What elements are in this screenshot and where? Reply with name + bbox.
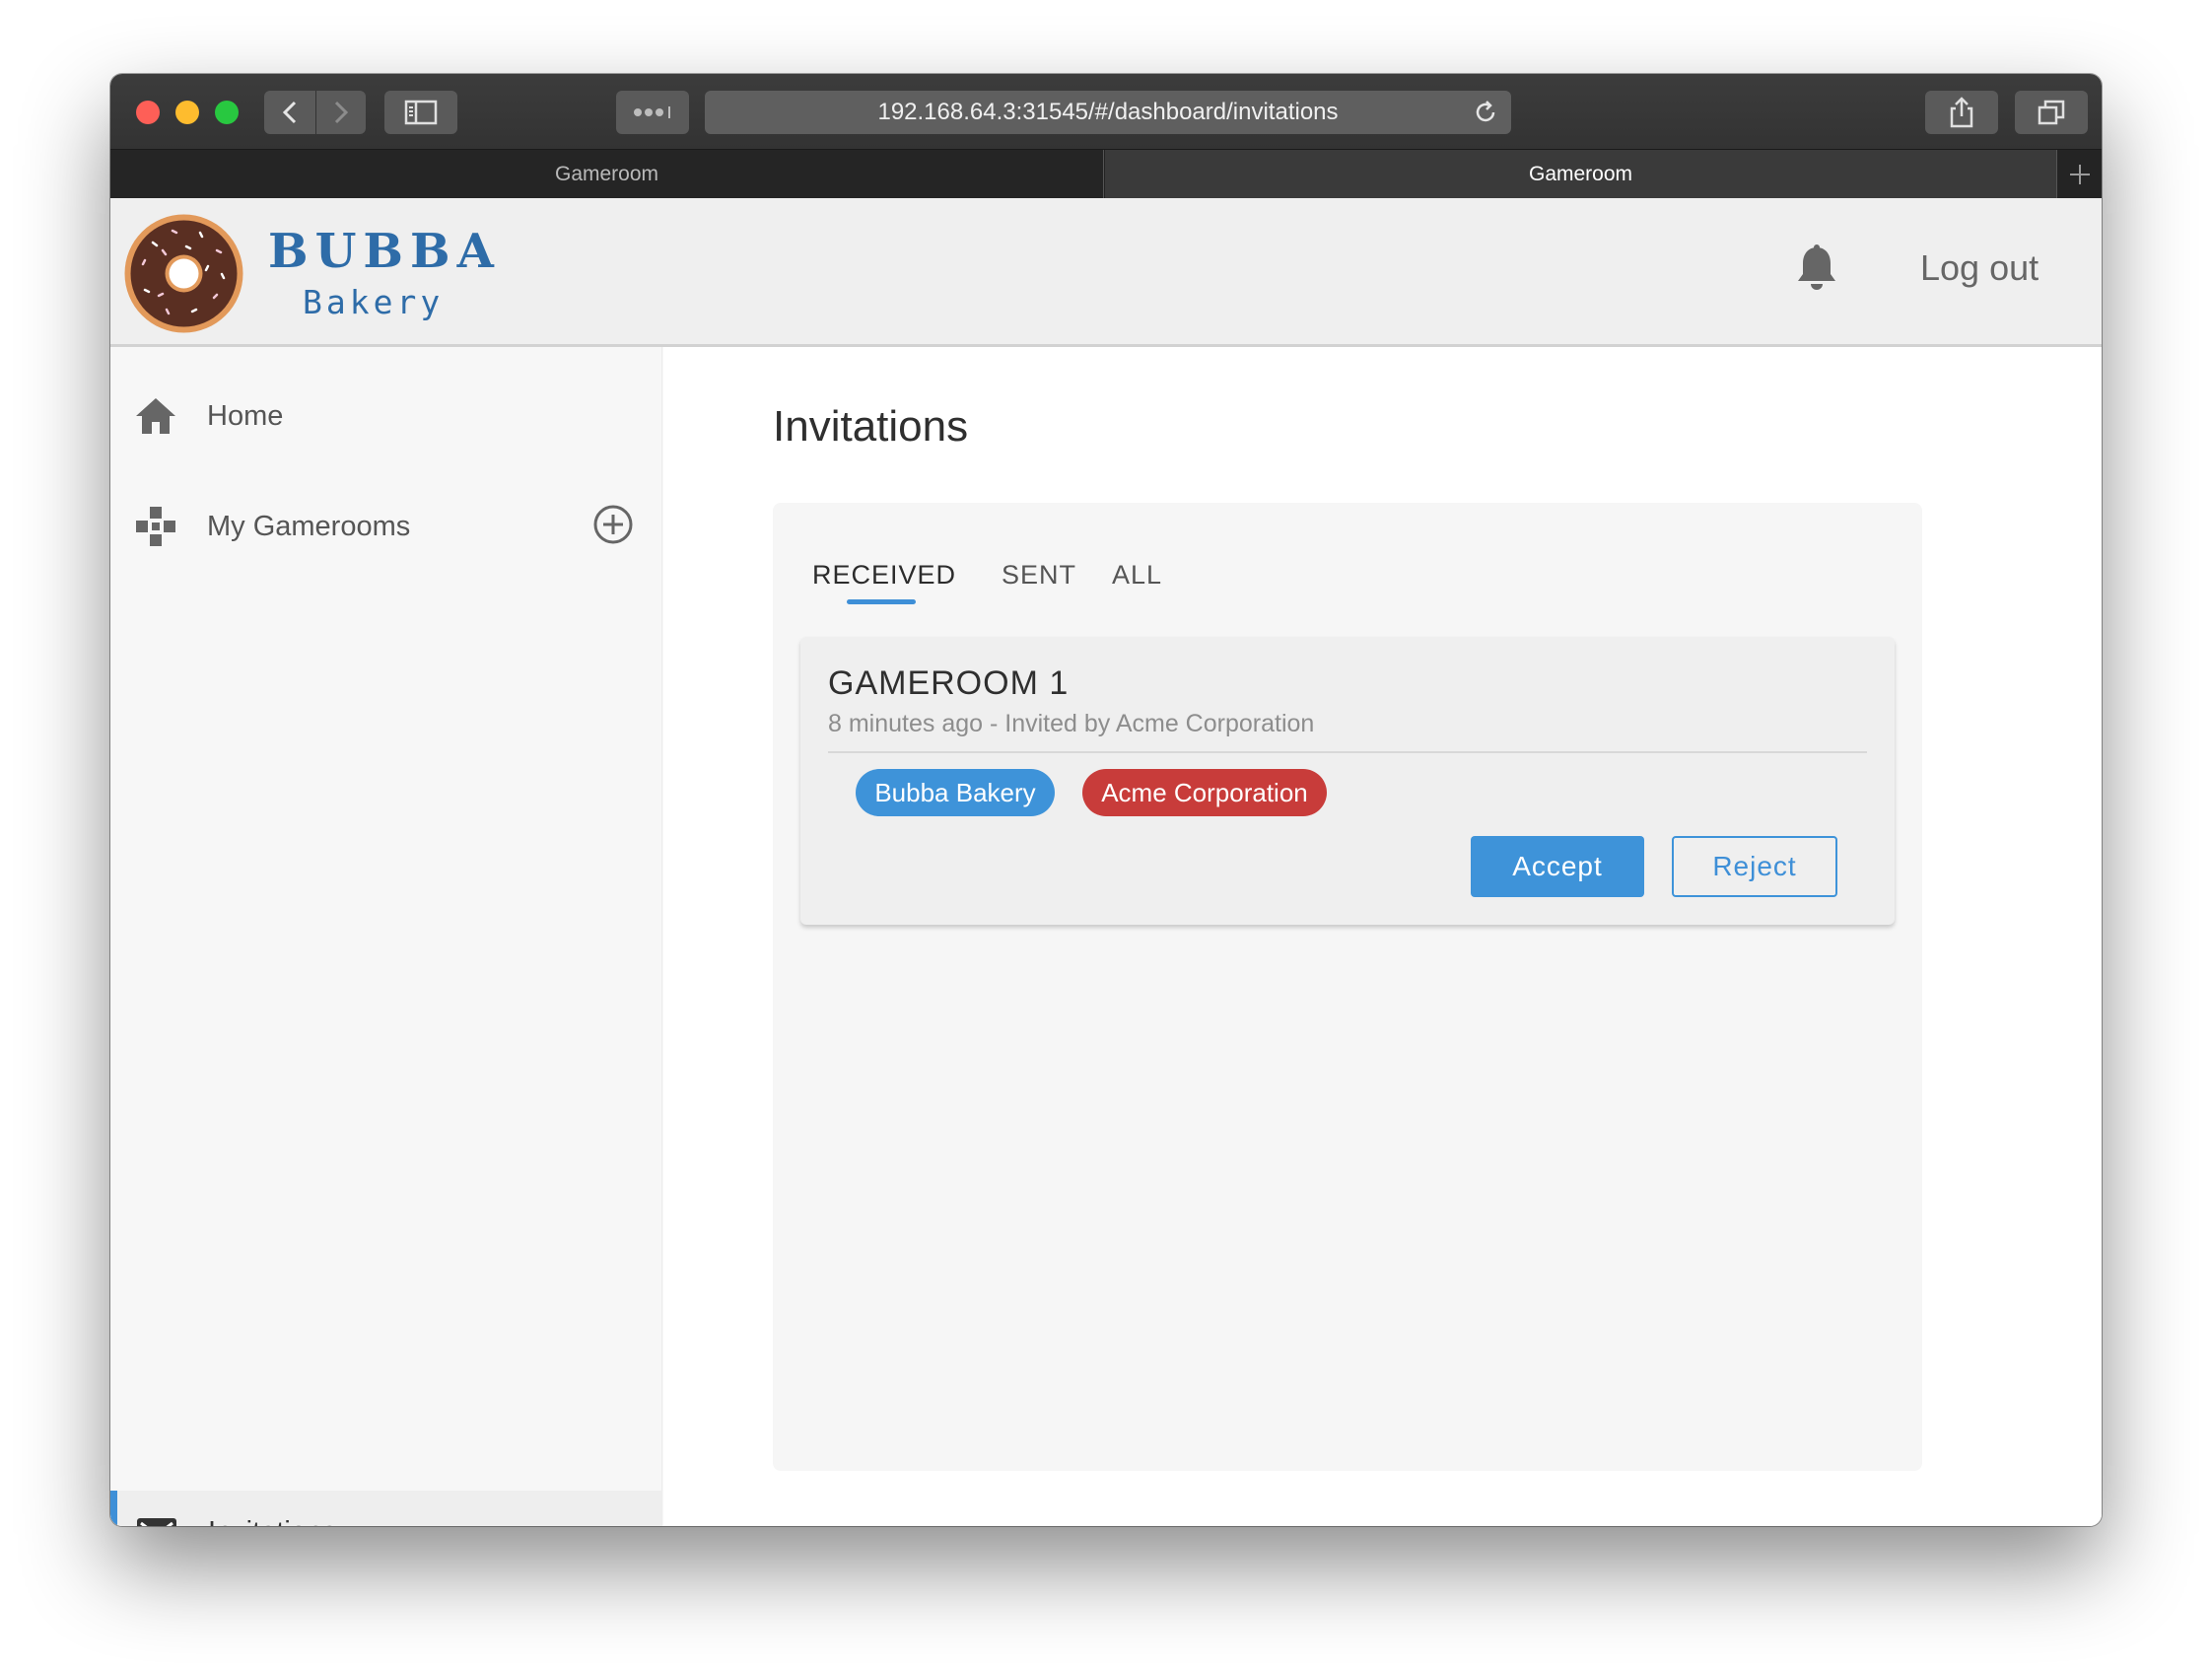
tab-all[interactable]: ALL bbox=[1112, 560, 1162, 591]
sidebar-item-label: Home bbox=[207, 399, 284, 432]
invitation-meta: 8 minutes ago - Invited by Acme Corporat… bbox=[828, 710, 1315, 737]
tab-received[interactable]: RECEIVED bbox=[812, 560, 956, 591]
reject-button[interactable]: Reject bbox=[1672, 836, 1837, 897]
sidebar-toggle-button[interactable] bbox=[384, 91, 457, 134]
sidebar: Home My Gamerooms Invitations bbox=[110, 347, 662, 1526]
divider bbox=[828, 751, 1867, 753]
invitation-card: GAMEROOM 1 8 minutes ago - Invited by Ac… bbox=[800, 637, 1895, 925]
maximize-window-button[interactable] bbox=[215, 101, 239, 124]
app-header: BUBBA Bakery Log out bbox=[110, 198, 2102, 347]
more-dots-icon bbox=[634, 106, 670, 118]
browser-titlebar: 192.168.64.3:31545/#/dashboard/invitatio… bbox=[110, 74, 2102, 149]
sidebar-icon bbox=[404, 100, 438, 125]
browser-tab-strip: Gameroom Gameroom bbox=[110, 149, 2102, 199]
address-bar[interactable]: 192.168.64.3:31545/#/dashboard/invitatio… bbox=[705, 91, 1511, 134]
gameroom-title: GAMEROOM 1 bbox=[828, 664, 1070, 702]
browser-tab[interactable]: Gameroom bbox=[110, 150, 1104, 199]
tabs-icon bbox=[2038, 100, 2065, 125]
close-window-button[interactable] bbox=[136, 101, 160, 124]
new-tab-button[interactable] bbox=[2058, 150, 2102, 199]
brand-subtitle: Bakery bbox=[303, 283, 445, 321]
home-icon bbox=[136, 398, 175, 434]
sidebar-item-my-gamerooms[interactable]: My Gamerooms bbox=[110, 485, 662, 568]
chevron-left-icon bbox=[282, 101, 297, 124]
add-gameroom-icon[interactable] bbox=[591, 503, 635, 546]
browser-tab-active[interactable]: Gameroom bbox=[1105, 150, 2057, 199]
minimize-window-button[interactable] bbox=[175, 101, 199, 124]
member-chip-acme-corporation: Acme Corporation bbox=[1082, 769, 1327, 816]
tab-sent[interactable]: SENT bbox=[1002, 560, 1076, 591]
donut-logo-icon[interactable] bbox=[123, 213, 244, 334]
sidebar-item-label: Invitations bbox=[208, 1516, 337, 1527]
gamepad-icon bbox=[136, 507, 175, 546]
active-tab-indicator bbox=[847, 599, 916, 604]
page-title: Invitations bbox=[773, 402, 969, 451]
invitations-panel: RECEIVED SENT ALL GAMEROOM 1 8 minutes a… bbox=[773, 503, 1922, 1471]
bell-icon[interactable] bbox=[1794, 244, 1839, 293]
url-text: 192.168.64.3:31545/#/dashboard/invitatio… bbox=[877, 99, 1339, 125]
sidebar-item-label: My Gamerooms bbox=[207, 510, 411, 542]
navigation-buttons bbox=[264, 91, 366, 134]
forward-button[interactable] bbox=[314, 91, 366, 134]
back-button[interactable] bbox=[265, 91, 315, 134]
accept-button[interactable]: Accept bbox=[1471, 836, 1644, 897]
browser-window: 192.168.64.3:31545/#/dashboard/invitatio… bbox=[110, 74, 2102, 1526]
envelope-icon bbox=[137, 1518, 176, 1526]
brand-title: BUBBA bbox=[268, 224, 501, 279]
reader-button[interactable] bbox=[616, 91, 689, 134]
tab-overview-button[interactable] bbox=[2015, 91, 2088, 134]
main-content: Invitations RECEIVED SENT ALL GAMEROOM 1… bbox=[663, 347, 2102, 1526]
sidebar-item-invitations[interactable]: Invitations bbox=[110, 1491, 662, 1526]
share-button[interactable] bbox=[1925, 91, 1998, 134]
logout-link[interactable]: Log out bbox=[1920, 247, 2039, 289]
member-chip-bubba-bakery: Bubba Bakery bbox=[856, 769, 1055, 816]
sidebar-item-home[interactable]: Home bbox=[110, 375, 662, 457]
share-icon bbox=[1950, 97, 1973, 128]
chevron-right-icon bbox=[334, 101, 348, 124]
plus-icon bbox=[2070, 165, 2090, 184]
reload-icon[interactable] bbox=[1472, 99, 1499, 126]
